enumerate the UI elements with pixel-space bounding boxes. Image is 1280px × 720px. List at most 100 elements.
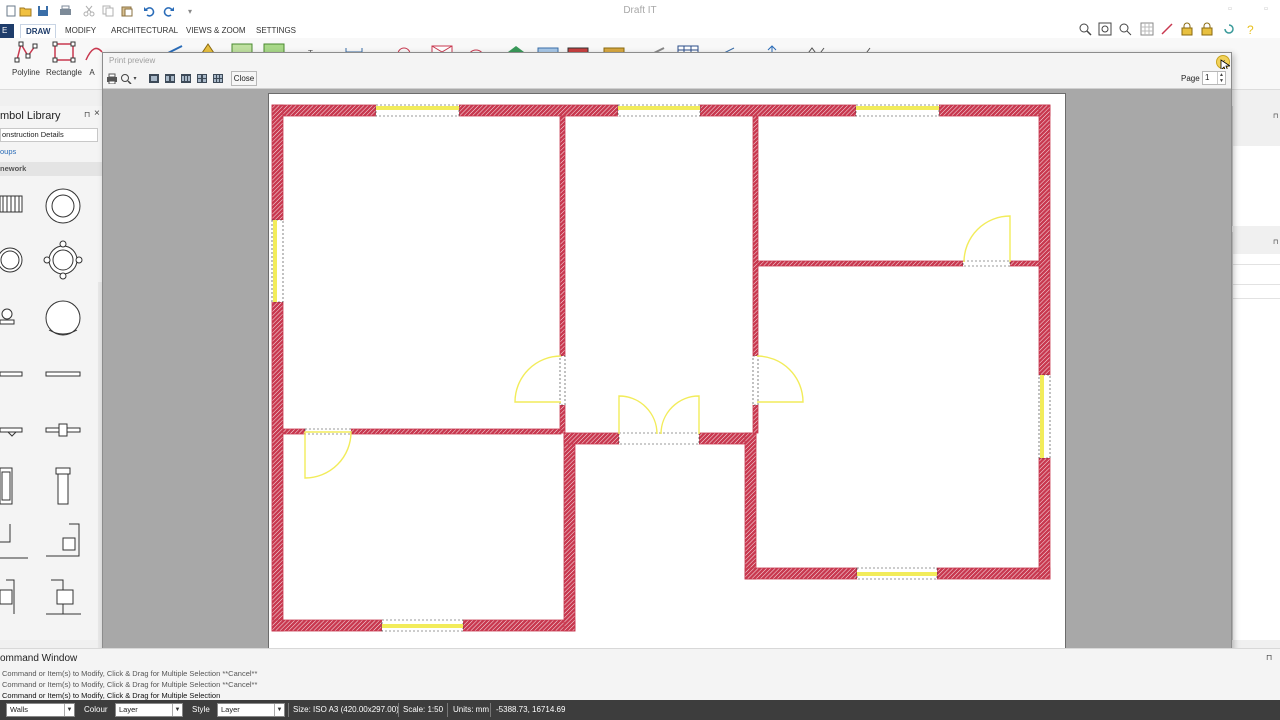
minimize-icon[interactable]: ▫ [1222,3,1238,19]
wall-segment [1038,104,1051,376]
pin-icon[interactable]: ⊓ [1273,112,1278,120]
chevron-down-icon[interactable]: ▾ [131,72,139,84]
command-prompt-line[interactable]: Command or Item(s) to Modify, Click & Dr… [2,691,220,700]
zoom-extents-icon[interactable] [1118,22,1142,38]
polyline-icon [14,40,38,64]
round-table-symbol[interactable] [43,186,83,226]
cursor-coordinates: -5388.73, 16714.69 [496,705,566,714]
pin-icon[interactable]: ⊓ [1273,238,1278,246]
pin-icon[interactable]: ⊓ [84,110,90,119]
interior-wall [752,115,759,357]
window-pane [856,106,939,110]
column-tall-symbol[interactable] [43,466,83,506]
floor-plan-drawing [271,104,1051,632]
chevron-down-icon[interactable]: ▼ [172,704,182,716]
three-pages-icon[interactable] [179,72,192,84]
door-swing [963,215,1011,263]
status-separator [447,703,448,717]
page-label: Page [1181,74,1200,83]
svg-text:?: ? [1247,23,1254,37]
two-pages-icon[interactable] [163,72,176,84]
units-text: Units: mm [453,705,489,714]
print-preview-dialog: Print preview × ▾ [102,52,1232,664]
wall-rail-symbol[interactable] [43,354,83,394]
window-pane [1040,375,1044,458]
bracket-step-symbol[interactable] [0,576,40,616]
window-pane [376,106,459,110]
tab-architectural[interactable]: ARCHITECTURAL [106,24,183,38]
door-opening [962,260,1011,267]
lock-icon[interactable] [1200,22,1224,38]
colour-select[interactable]: Layer ▼ [115,703,183,717]
status-bar: Walls ▼ Colour Layer ▼ Style Layer ▼ Siz… [0,700,1280,720]
refresh-icon[interactable] [1222,22,1246,38]
right-properties-panel: ⊓ [1232,106,1280,226]
window-pane [273,220,277,302]
tab-modify[interactable]: MODIFY [60,24,101,38]
panel-row-divider [1233,284,1280,285]
one-page-icon[interactable] [147,72,160,84]
round-basin-symbol[interactable] [43,298,83,338]
corner-step-symbol[interactable] [0,520,40,560]
door-swing [514,355,562,403]
tab-file[interactable]: E [0,24,14,38]
print-preview-titlebar: Print preview × [103,53,1231,69]
chevron-down-icon[interactable]: ▼ [64,704,74,716]
door-opening [752,355,759,406]
four-pages-icon[interactable] [195,72,208,84]
style-label: Style [192,705,210,714]
wall-segment [462,619,576,632]
six-pages-icon[interactable] [211,72,224,84]
wall-t-symbol[interactable] [43,410,83,450]
double-step-symbol[interactable] [43,576,83,616]
title-bar: ▾ Draft IT ▫ ▫ [0,0,1280,22]
printer-icon[interactable] [105,72,118,84]
rectangle-label: Rectangle [45,68,83,77]
radiator-symbol[interactable] [0,184,40,224]
rectangle-tool-button[interactable]: Rectangle [44,40,84,86]
tab-draw[interactable]: DRAW [20,24,57,38]
symbol-library-title: mbol Library [0,110,61,122]
close-icon[interactable]: ▫ [1258,3,1274,19]
step-symbol[interactable] [43,520,83,560]
style-select[interactable]: Layer ▼ [217,703,285,717]
help-icon[interactable]: ? [1244,22,1268,38]
window-group [271,104,1051,632]
wall-segment [458,104,619,117]
page-number-spinner[interactable]: 1 ▲ ▼ [1202,71,1226,85]
round-table-chairs-symbol[interactable] [43,240,83,280]
layer-select[interactable]: Walls ▼ [6,703,75,717]
colour-label: Colour [84,705,108,714]
wall-bracket-symbol[interactable] [0,410,40,450]
chevron-down-icon[interactable]: ▼ [274,704,284,716]
wall-fixture-symbol[interactable] [0,354,40,394]
command-window-title: ommand Window [0,653,78,664]
symbol-category-header: nework [0,162,104,176]
toilet-symbol[interactable] [0,298,40,338]
arc-tool-button[interactable]: A [82,40,103,86]
wall-segment [744,432,757,580]
pin-icon[interactable]: ⊓ [1266,653,1272,662]
door-swing [756,355,804,403]
polyline-tool-button[interactable]: Polyline [6,40,46,86]
door-openings [304,260,1011,445]
interior-wall [752,404,759,434]
wall-segment [699,104,857,117]
spinner-arrows-icon[interactable]: ▲ ▼ [1217,72,1225,84]
close-icon[interactable]: × [94,108,100,119]
wall-segment [271,619,383,632]
symbol-groups-link[interactable]: oups [0,147,16,156]
tab-settings[interactable]: SETTINGS [251,24,301,38]
wall-segment [271,104,284,221]
column-symbol[interactable] [0,466,40,506]
tab-views-zoom[interactable]: VIEWS & ZOOM [181,24,251,38]
symbol-category-select[interactable]: onstruction Details [0,128,98,142]
window-pane [618,106,700,110]
status-separator [288,703,289,717]
interior-wall [757,260,964,267]
column-ring-symbol[interactable] [0,240,40,280]
layer-select-value: Walls [10,705,29,714]
wall-segment [271,104,377,117]
close-preview-button[interactable]: Close [231,71,257,86]
interior-wall [559,115,566,357]
